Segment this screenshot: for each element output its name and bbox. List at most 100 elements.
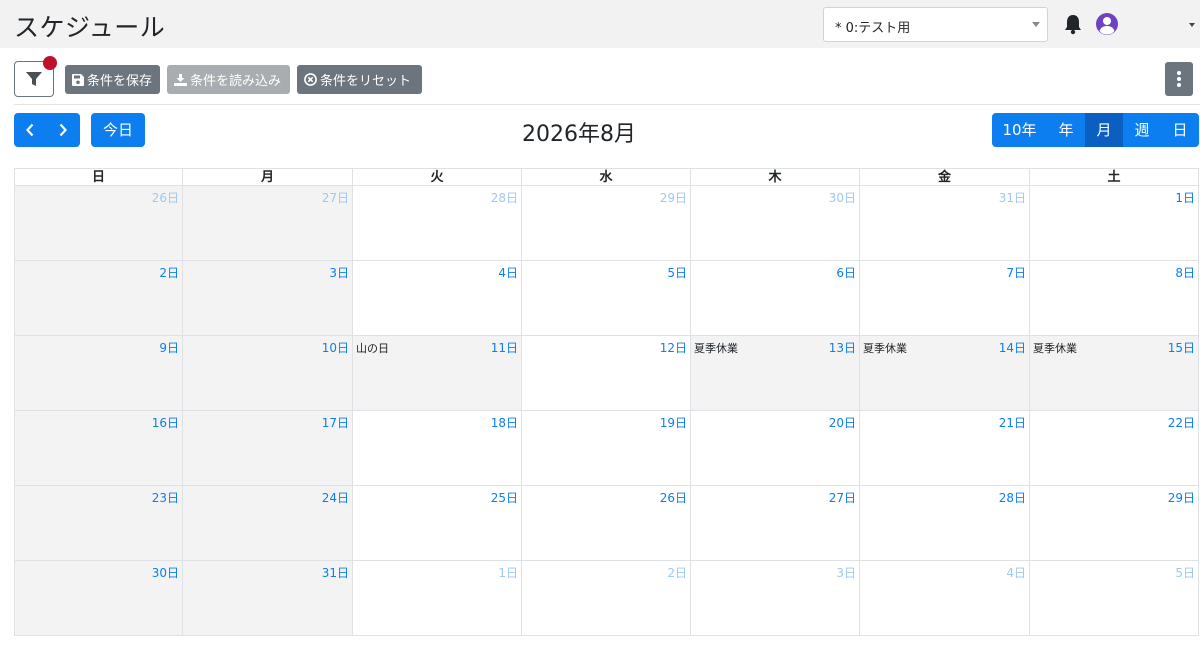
day-cell[interactable]: 17日: [183, 411, 353, 486]
day-number: 30日: [151, 566, 179, 580]
day-cell[interactable]: 26日: [522, 486, 691, 561]
view-month-button[interactable]: 月: [1085, 113, 1123, 147]
day-number: 4日: [1006, 566, 1026, 580]
filter-icon: [26, 72, 42, 86]
day-cell[interactable]: 23日: [14, 486, 183, 561]
day-cell[interactable]: 30日: [691, 186, 860, 261]
day-cell[interactable]: 15日 夏季休業: [1030, 336, 1199, 411]
day-number: 5日: [1175, 566, 1195, 580]
day-number: 26日: [659, 491, 687, 505]
day-cell[interactable]: 28日: [860, 486, 1030, 561]
day-cell[interactable]: 4日: [353, 261, 522, 336]
day-number: 7日: [1006, 266, 1026, 280]
day-number: 19日: [659, 416, 687, 430]
day-cell[interactable]: 13日 夏季休業: [691, 336, 860, 411]
day-cell[interactable]: 27日: [183, 186, 353, 261]
close-circle-icon: [304, 73, 317, 86]
day-cell[interactable]: 27日: [691, 486, 860, 561]
chevron-right-icon: [59, 123, 67, 137]
today-button[interactable]: 今日: [91, 113, 145, 147]
day-cell[interactable]: 29日: [1030, 486, 1199, 561]
save-icon: [72, 73, 84, 86]
kebab-dot-icon: [1177, 77, 1181, 81]
day-number: 1日: [1175, 191, 1195, 205]
day-cell[interactable]: 3日: [691, 561, 860, 636]
day-number: 30日: [828, 191, 856, 205]
kebab-dot-icon: [1177, 71, 1181, 75]
day-cell[interactable]: 3日: [183, 261, 353, 336]
day-number: 3日: [329, 266, 349, 280]
day-cell[interactable]: 2日: [14, 261, 183, 336]
day-cell[interactable]: 31日: [860, 186, 1030, 261]
kebab-dot-icon: [1177, 83, 1181, 87]
day-number: 26日: [151, 191, 179, 205]
day-cell[interactable]: 25日: [353, 486, 522, 561]
day-cell[interactable]: 2日: [522, 561, 691, 636]
view-year-button[interactable]: 年: [1047, 113, 1085, 147]
day-cell[interactable]: 26日: [14, 186, 183, 261]
day-number: 1日: [498, 566, 518, 580]
day-number: 24日: [321, 491, 349, 505]
day-number: 8日: [1175, 266, 1195, 280]
day-cell[interactable]: 7日: [860, 261, 1030, 336]
holiday-label: 山の日: [356, 342, 389, 355]
bell-icon[interactable]: [1063, 13, 1083, 35]
day-cell[interactable]: 1日: [1030, 186, 1199, 261]
day-cell[interactable]: 29日: [522, 186, 691, 261]
page-title: スケジュール: [14, 13, 166, 42]
more-menu-button[interactable]: [1165, 62, 1193, 96]
holiday-label: 夏季休業: [863, 342, 907, 355]
prev-month-button[interactable]: [14, 113, 47, 147]
day-cell[interactable]: 8日: [1030, 261, 1199, 336]
download-icon: [174, 73, 187, 86]
day-cell[interactable]: 19日: [522, 411, 691, 486]
weekday-header: 金: [860, 168, 1030, 186]
weekday-header: 月: [183, 168, 353, 186]
day-cell[interactable]: 6日: [691, 261, 860, 336]
day-cell[interactable]: 14日 夏季休業: [860, 336, 1030, 411]
reset-conditions-label: 条件をリセット: [320, 74, 412, 89]
load-conditions-button[interactable]: 条件を読み込み: [167, 65, 290, 94]
day-cell[interactable]: 11日 山の日: [353, 336, 522, 411]
view-switcher: 10年年月週日: [992, 113, 1199, 147]
day-number: 5日: [667, 266, 687, 280]
day-cell[interactable]: 21日: [860, 411, 1030, 486]
user-avatar-icon[interactable]: [1095, 12, 1119, 36]
calendar-nav-group: [14, 113, 80, 147]
day-cell[interactable]: 24日: [183, 486, 353, 561]
day-cell[interactable]: 12日: [522, 336, 691, 411]
day-cell[interactable]: 22日: [1030, 411, 1199, 486]
day-number: 14日: [998, 341, 1026, 355]
day-cell[interactable]: 31日: [183, 561, 353, 636]
user-menu-caret-icon[interactable]: [1189, 23, 1195, 27]
day-cell[interactable]: 5日: [1030, 561, 1199, 636]
day-number: 3日: [836, 566, 856, 580]
day-number: 9日: [159, 341, 179, 355]
day-number: 25日: [490, 491, 518, 505]
reset-conditions-button[interactable]: 条件をリセット: [297, 65, 422, 94]
month-grid: 日月火水木金土 26日 27日 28日 29日 30日 31日 1日 2日 3日 4日 5日 6日 7日 8…: [14, 168, 1199, 638]
day-cell[interactable]: 30日: [14, 561, 183, 636]
save-conditions-label: 条件を保存: [87, 74, 153, 89]
day-cell[interactable]: 1日: [353, 561, 522, 636]
day-number: 31日: [321, 566, 349, 580]
day-cell[interactable]: 20日: [691, 411, 860, 486]
save-conditions-button[interactable]: 条件を保存: [65, 65, 160, 94]
day-cell[interactable]: 16日: [14, 411, 183, 486]
day-number: 27日: [321, 191, 349, 205]
day-cell[interactable]: 18日: [353, 411, 522, 486]
view-decade-button[interactable]: 10年: [992, 113, 1047, 147]
day-number: 13日: [828, 341, 856, 355]
day-number: 12日: [659, 341, 687, 355]
day-cell[interactable]: 4日: [860, 561, 1030, 636]
project-select[interactable]: * 0:テスト用: [823, 7, 1048, 42]
day-cell[interactable]: 10日: [183, 336, 353, 411]
day-number: 17日: [321, 416, 349, 430]
weekday-header: 火: [353, 168, 522, 186]
day-cell[interactable]: 28日: [353, 186, 522, 261]
view-week-button[interactable]: 週: [1123, 113, 1161, 147]
day-cell[interactable]: 9日: [14, 336, 183, 411]
view-day-button[interactable]: 日: [1161, 113, 1199, 147]
day-cell[interactable]: 5日: [522, 261, 691, 336]
next-month-button[interactable]: [47, 113, 80, 147]
